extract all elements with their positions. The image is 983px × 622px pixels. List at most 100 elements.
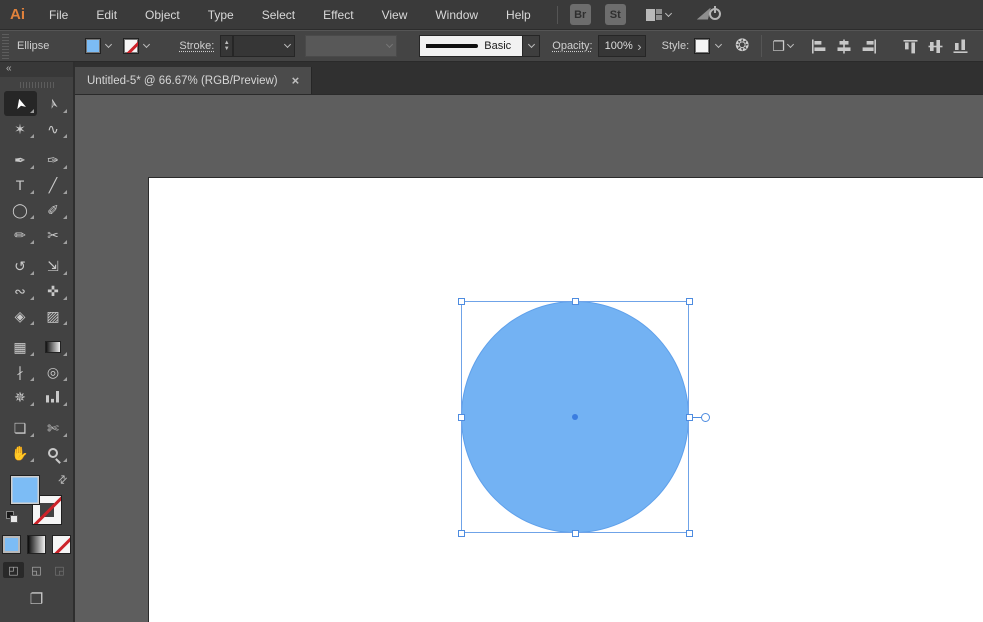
color-mode-buttons (0, 535, 73, 554)
opacity-label[interactable]: Opacity: (552, 40, 592, 52)
isolation-chevron-down-icon[interactable] (786, 40, 794, 49)
handle-bottom-left[interactable] (458, 530, 465, 537)
magic-wand-tool[interactable]: ✶ (4, 116, 37, 141)
shape-center-point[interactable] (572, 414, 578, 420)
line-segment-tool[interactable]: ╱ (37, 172, 70, 197)
gradient-tool[interactable] (37, 334, 70, 359)
handle-top-left[interactable] (458, 298, 465, 305)
opacity-field[interactable]: 100% › (597, 35, 646, 57)
handle-bottom-center[interactable] (572, 530, 579, 537)
menu-item[interactable]: Select (248, 0, 309, 30)
menu-item[interactable]: Effect (309, 0, 367, 30)
tools-panel-grip[interactable] (19, 82, 54, 88)
gpu-performance-icon[interactable] (696, 5, 723, 25)
style-swatch[interactable] (694, 38, 711, 54)
puppet-warp-tool[interactable]: ✜ (37, 278, 70, 303)
stroke-chevron-down-icon[interactable] (139, 37, 153, 55)
pencil-tool[interactable]: ✏ (4, 222, 37, 247)
draw-inside-mode[interactable]: ◲ (49, 562, 70, 578)
color-button[interactable] (2, 535, 21, 554)
zoom-tool[interactable] (37, 440, 70, 465)
menu-item[interactable]: Type (194, 0, 248, 30)
drawing-mode-buttons: ◰ ◱ ◲ (0, 562, 73, 578)
canvas-pasteboard[interactable] (75, 94, 983, 622)
workspace-chevron-down-icon[interactable] (664, 9, 672, 17)
opacity-arrow-icon[interactable]: › (637, 39, 641, 54)
slice-tool[interactable]: ✄ (37, 415, 70, 440)
vertical-align-center-icon[interactable] (928, 39, 944, 54)
gradient-button[interactable] (27, 535, 46, 554)
document-tab[interactable]: Untitled-5* @ 66.67% (RGB/Preview) × (75, 67, 313, 94)
stroke-weight-label[interactable]: Stroke: (179, 40, 214, 52)
menu-item[interactable]: File (35, 0, 82, 30)
default-fill-stroke-icon[interactable] (6, 511, 18, 523)
menu-bar: Ai File Edit Object Type Select Effect View Win… (0, 0, 983, 30)
direct-selection-tool[interactable]: ➢ (37, 91, 70, 116)
change-screen-mode-button[interactable]: ❐ (25, 590, 49, 608)
document-tab-title: Untitled-5* @ 66.67% (RGB/Preview) (87, 74, 278, 87)
menu-item[interactable]: Help (492, 0, 545, 30)
stroke-color-swatch[interactable] (123, 38, 140, 54)
style-label: Style: (661, 40, 690, 52)
recolor-artwork-icon[interactable]: ❂ (735, 36, 749, 56)
style-chevron-down-icon[interactable] (710, 35, 727, 57)
fill-color-swatch[interactable] (85, 38, 102, 54)
eyedropper-tool[interactable]: ∤ (4, 359, 37, 384)
horizontal-align-right-icon[interactable] (861, 39, 877, 54)
pen-tool[interactable]: ✒ (4, 147, 37, 172)
brush-chevron-down-icon[interactable] (523, 35, 541, 57)
menu-item[interactable]: Object (131, 0, 194, 30)
none-button[interactable] (52, 535, 71, 554)
bridge-button[interactable]: Br (569, 4, 591, 25)
illustrator-logo: Ai (10, 6, 25, 23)
handle-top-center[interactable] (572, 298, 579, 305)
fill-proxy-swatch[interactable] (10, 475, 40, 505)
stock-button[interactable]: St (604, 4, 626, 25)
brush-definition-label: Basic (484, 40, 512, 52)
scale-tool[interactable]: ⇲ (37, 253, 70, 278)
hand-tool[interactable]: ✋ (4, 440, 37, 465)
paintbrush-tool[interactable]: ✐ (37, 197, 70, 222)
stroke-weight-dropdown[interactable] (233, 35, 296, 57)
symbol-sprayer-tool[interactable]: ✵ (4, 384, 37, 409)
menu-item[interactable]: Window (421, 0, 492, 30)
fill-stroke-proxy: ⇄ (0, 472, 73, 531)
vertical-align-top-icon[interactable] (903, 39, 919, 54)
lasso-tool[interactable]: ∿ (37, 116, 70, 141)
perspective-grid-tool[interactable]: ▨ (37, 303, 70, 328)
mesh-tool[interactable]: ▦ (4, 334, 37, 359)
horizontal-align-center-icon[interactable] (836, 39, 852, 54)
ellipse-tool[interactable]: ◯ (4, 197, 37, 222)
artboard-tool[interactable]: ❏ (4, 415, 37, 440)
collapse-panel-button[interactable]: « (0, 62, 73, 77)
handle-bottom-right[interactable] (686, 530, 693, 537)
shape-builder-tool[interactable]: ◈ (4, 303, 37, 328)
curvature-tool[interactable]: ✑ (37, 147, 70, 172)
menu-item[interactable]: View (368, 0, 422, 30)
handle-middle-right[interactable] (686, 414, 693, 421)
column-graph-tool[interactable] (37, 384, 70, 409)
stroke-weight-stepper[interactable]: ▲ ▼ (220, 35, 234, 57)
blend-tool[interactable]: ◎ (37, 359, 70, 384)
type-tool[interactable]: T (4, 172, 37, 197)
handle-middle-left[interactable] (458, 414, 465, 421)
isolation-mode-icon[interactable]: ❐ (772, 38, 785, 55)
control-bar: Ellipse Stroke: ▲ ▼ Basic Opacity: 100% ›… (0, 30, 983, 62)
selection-tool[interactable]: ➤ (3, 91, 37, 116)
tab-close-icon[interactable]: × (292, 74, 300, 87)
workspace-switcher-icon[interactable] (645, 8, 662, 21)
draw-behind-mode[interactable]: ◱ (26, 562, 47, 578)
draw-normal-mode[interactable]: ◰ (3, 562, 24, 578)
menu-item[interactable]: Edit (82, 0, 131, 30)
handle-top-right[interactable] (686, 298, 693, 305)
vertical-align-bottom-icon[interactable] (953, 39, 969, 54)
pie-angle-widget[interactable] (701, 413, 710, 422)
brush-definition-field[interactable]: Basic (419, 35, 524, 57)
width-tool[interactable]: ∾ (4, 278, 37, 303)
horizontal-align-left-icon[interactable] (811, 39, 827, 54)
swap-fill-stroke-icon[interactable]: ⇄ (55, 472, 70, 487)
control-bar-grip[interactable] (2, 33, 9, 59)
fill-chevron-down-icon[interactable] (101, 37, 115, 55)
scissors-tool[interactable]: ✂ (37, 222, 70, 247)
rotate-tool[interactable]: ↺ (4, 253, 37, 278)
